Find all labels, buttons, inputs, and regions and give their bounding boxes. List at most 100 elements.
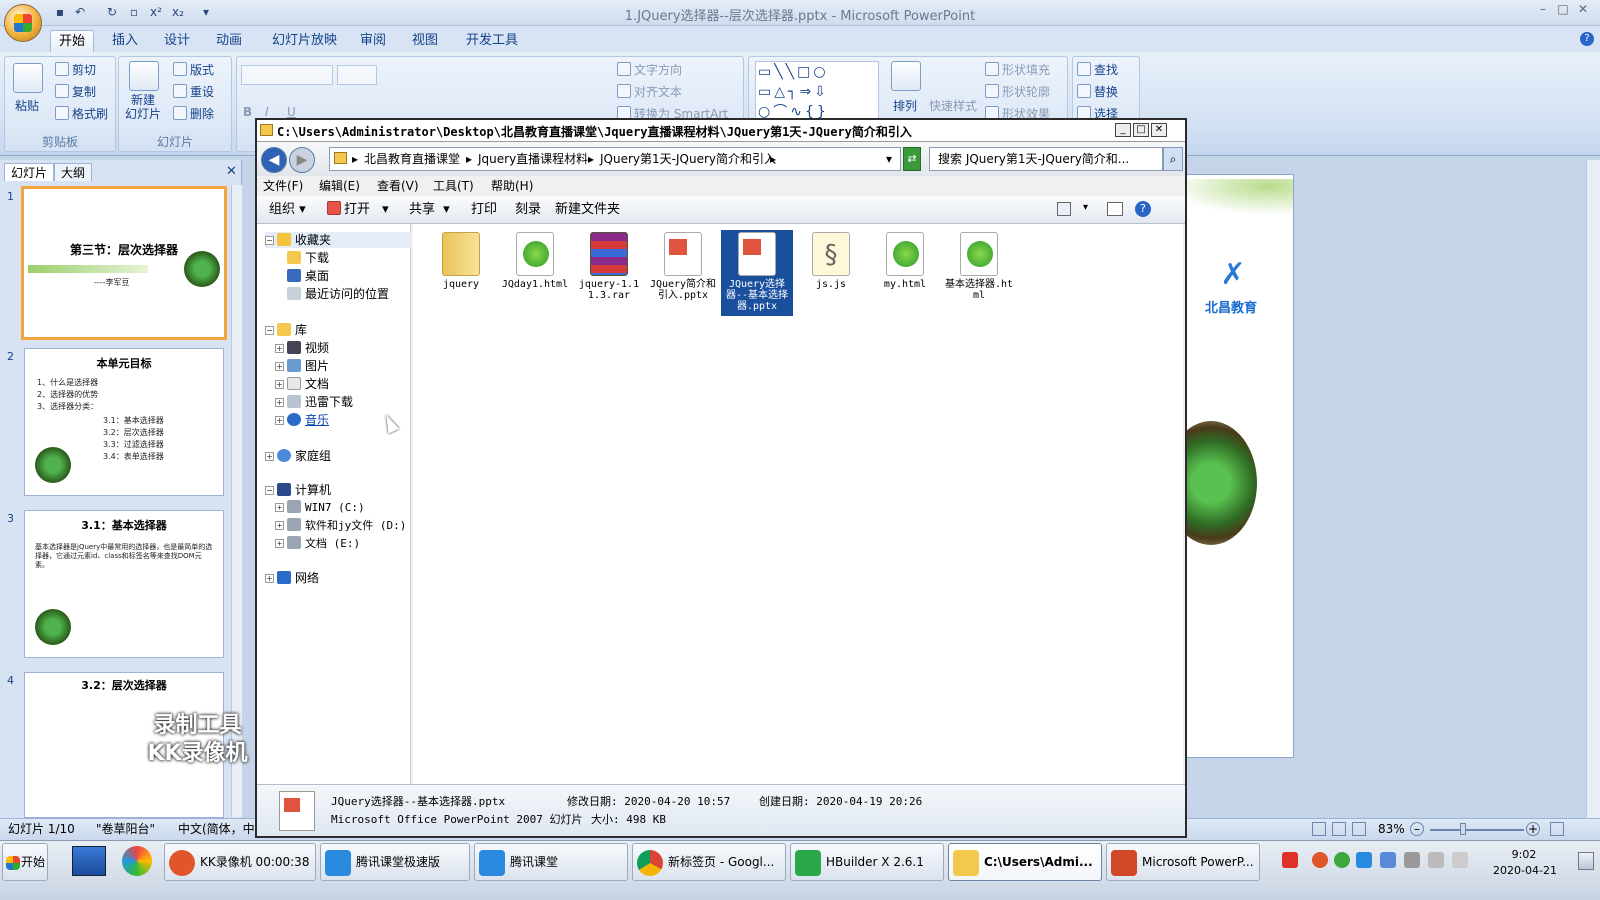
print-preview-icon[interactable]: ▫ [126,4,142,20]
slide-thumbnail-2[interactable]: 本单元目标 1、什么是选择器 2、选择器的优势 3、选择器分类： 3.1：基本选… [24,348,224,496]
file-item[interactable]: jquery-1.11.3.rar [573,230,645,316]
clock-date[interactable]: 2020-04-21 [1480,864,1570,877]
tree-homegroup[interactable]: + 家庭组 [265,448,331,464]
app-launcher-icon[interactable] [122,846,152,876]
view-options-icon[interactable] [1057,202,1071,216]
breadcrumb-item[interactable]: JQuery第1天-JQuery简介和引入 [600,148,776,170]
menu-file[interactable]: 文件(F) [263,178,303,194]
slide-scrollbar[interactable] [1586,160,1600,822]
delete-slide-button[interactable]: 删除 [173,105,214,122]
shape-outline-button[interactable]: 形状轮廓 [985,83,1050,100]
tree-drive-c[interactable]: + WIN7 (C:) [275,500,365,516]
taskbar-tencent-class[interactable]: 腾讯课堂 [474,843,628,881]
tree-drive-d[interactable]: + 软件和jy文件 (D:) [275,518,406,534]
menu-edit[interactable]: 编辑(E) [319,178,360,194]
sogou-input-icon[interactable] [1282,852,1298,868]
search-icon[interactable]: ⌕ [1163,147,1183,171]
close-pane-icon[interactable]: ✕ [226,164,237,179]
open-button[interactable]: 打开 ▾ [327,200,389,220]
office-button[interactable] [4,4,42,42]
replace-button[interactable]: 替换 [1077,83,1118,100]
refresh-icon[interactable]: ⇄ [903,147,921,171]
arrange-button[interactable]: 排列 [893,97,917,114]
taskbar-tencent-class-lite[interactable]: 腾讯课堂极速版 [320,843,470,881]
find-button[interactable]: 查找 [1077,61,1118,78]
close-button[interactable]: ✕ [1576,2,1590,16]
undo-icon[interactable]: ↶ [72,4,88,20]
quick-styles-button[interactable]: 快速样式 [929,97,977,114]
shapes-gallery[interactable]: ▭╲╲□○ ▭△┐⇒⇩ ○⌒∿{} [755,61,879,121]
file-item[interactable]: jquery [425,230,497,316]
format-painter-button[interactable]: 格式刷 [55,105,108,122]
tree-libraries[interactable]: − 库 [265,322,307,338]
breadcrumb-item[interactable]: 北昌教育直播课堂 [364,148,460,170]
text-direction-button[interactable]: 文字方向 [617,61,682,78]
tree-favorites[interactable]: − 收藏夹 [265,232,411,248]
taskbar-explorer[interactable]: C:\Users\Admi... [948,843,1102,881]
chevron-down-icon[interactable]: ▾ [1083,202,1088,213]
layout-button[interactable]: 版式 [173,61,214,78]
fit-window-icon[interactable] [1550,822,1564,836]
file-item[interactable]: my.html [869,230,941,316]
tab-outline[interactable]: 大纲 [54,163,93,181]
menu-tools[interactable]: 工具(T) [433,178,474,194]
tab-animations[interactable]: 动画 [208,30,250,52]
menu-view[interactable]: 查看(V) [377,178,419,194]
explorer-minimize-button[interactable]: _ [1115,123,1131,137]
search-input[interactable]: 搜索 JQuery第1天-JQuery简介和... [929,147,1163,171]
subscript-icon[interactable]: x₂ [170,4,186,20]
shape-fill-button[interactable]: 形状填充 [985,61,1050,78]
chevron-down-icon[interactable]: ▾ [886,148,892,170]
taskbar-hbuilder[interactable]: HBuilder X 2.6.1 [790,843,944,881]
taskbar-kk-recorder[interactable]: KK录像机 00:00:38 [164,843,316,881]
cut-button[interactable]: 剪切 [55,61,96,78]
bold-button[interactable]: B [243,105,252,119]
file-item[interactable]: JQuery简介和引入.pptx [647,230,719,316]
start-button[interactable]: 开始 [2,843,48,881]
copy-button[interactable]: 复制 [55,83,96,100]
tab-view[interactable]: 视图 [404,30,446,52]
file-item[interactable]: § js.js [795,230,867,316]
tab-design[interactable]: 设计 [156,30,198,52]
new-folder-button[interactable]: 新建文件夹 [555,200,620,220]
taskbar-chrome[interactable]: 新标签页 - Googl... [632,843,786,881]
organize-button[interactable]: 组织 ▾ [269,200,306,220]
address-bar[interactable]: ▸ 北昌教育直播课堂 ▸ Jquery直播课程材料 ▸ JQuery第1天-JQ… [329,147,901,171]
zoom-slider-thumb[interactable] [1460,823,1466,835]
kk-tray-icon[interactable] [1312,852,1328,868]
tree-music[interactable]: + 音乐 [275,412,329,428]
signal-icon[interactable] [1404,852,1420,868]
tab-slides[interactable]: 幻灯片 [4,163,55,181]
file-item[interactable]: 基本选择器.html [943,230,1015,316]
tab-insert[interactable]: 插入 [104,30,146,52]
tab-slideshow[interactable]: 幻灯片放映 [264,30,345,52]
file-item-selected[interactable]: JQuery选择器--基本选择器.pptx [721,230,793,316]
font-size-select[interactable] [337,65,377,85]
breadcrumb-item[interactable]: Jquery直播课程材料 [478,148,588,170]
slideshow-view-icon[interactable] [1352,822,1366,836]
maximize-button[interactable]: □ [1556,2,1570,16]
font-name-select[interactable] [241,65,333,85]
slide-thumbnail-3[interactable]: 3.1：基本选择器 基本选择器是jQuery中最常用的选择器，也是最简单的选择器… [24,510,224,658]
power-icon[interactable] [1428,852,1444,868]
show-desktop-icon[interactable] [72,846,106,876]
network-tray-icon[interactable] [1380,852,1396,868]
paste-button[interactable]: 粘贴 [15,97,39,114]
tree-downloads[interactable]: 下载 [287,250,329,266]
taskbar-powerpoint[interactable]: Microsoft PowerP... [1106,843,1260,881]
new-slide-button[interactable]: 新建 幻灯片 [125,93,161,121]
help-icon[interactable]: ? [1135,201,1151,217]
align-text-button[interactable]: 对齐文本 [617,83,682,100]
explorer-maximize-button[interactable]: □ [1133,123,1149,137]
volume-icon[interactable] [1452,852,1468,868]
show-desktop-button[interactable] [1578,852,1594,870]
explorer-close-button[interactable]: ✕ [1151,123,1167,137]
tab-review[interactable]: 审阅 [352,30,394,52]
clock-time[interactable]: 9:02 [1496,848,1552,861]
preview-pane-icon[interactable] [1107,202,1123,216]
underline-button[interactable]: U [287,105,296,119]
menu-help[interactable]: 帮助(H) [491,178,533,194]
security-icon[interactable] [1356,852,1372,868]
forward-button[interactable]: ▶ [289,147,315,173]
tree-drive-e[interactable]: + 文档 (E:) [275,536,360,552]
